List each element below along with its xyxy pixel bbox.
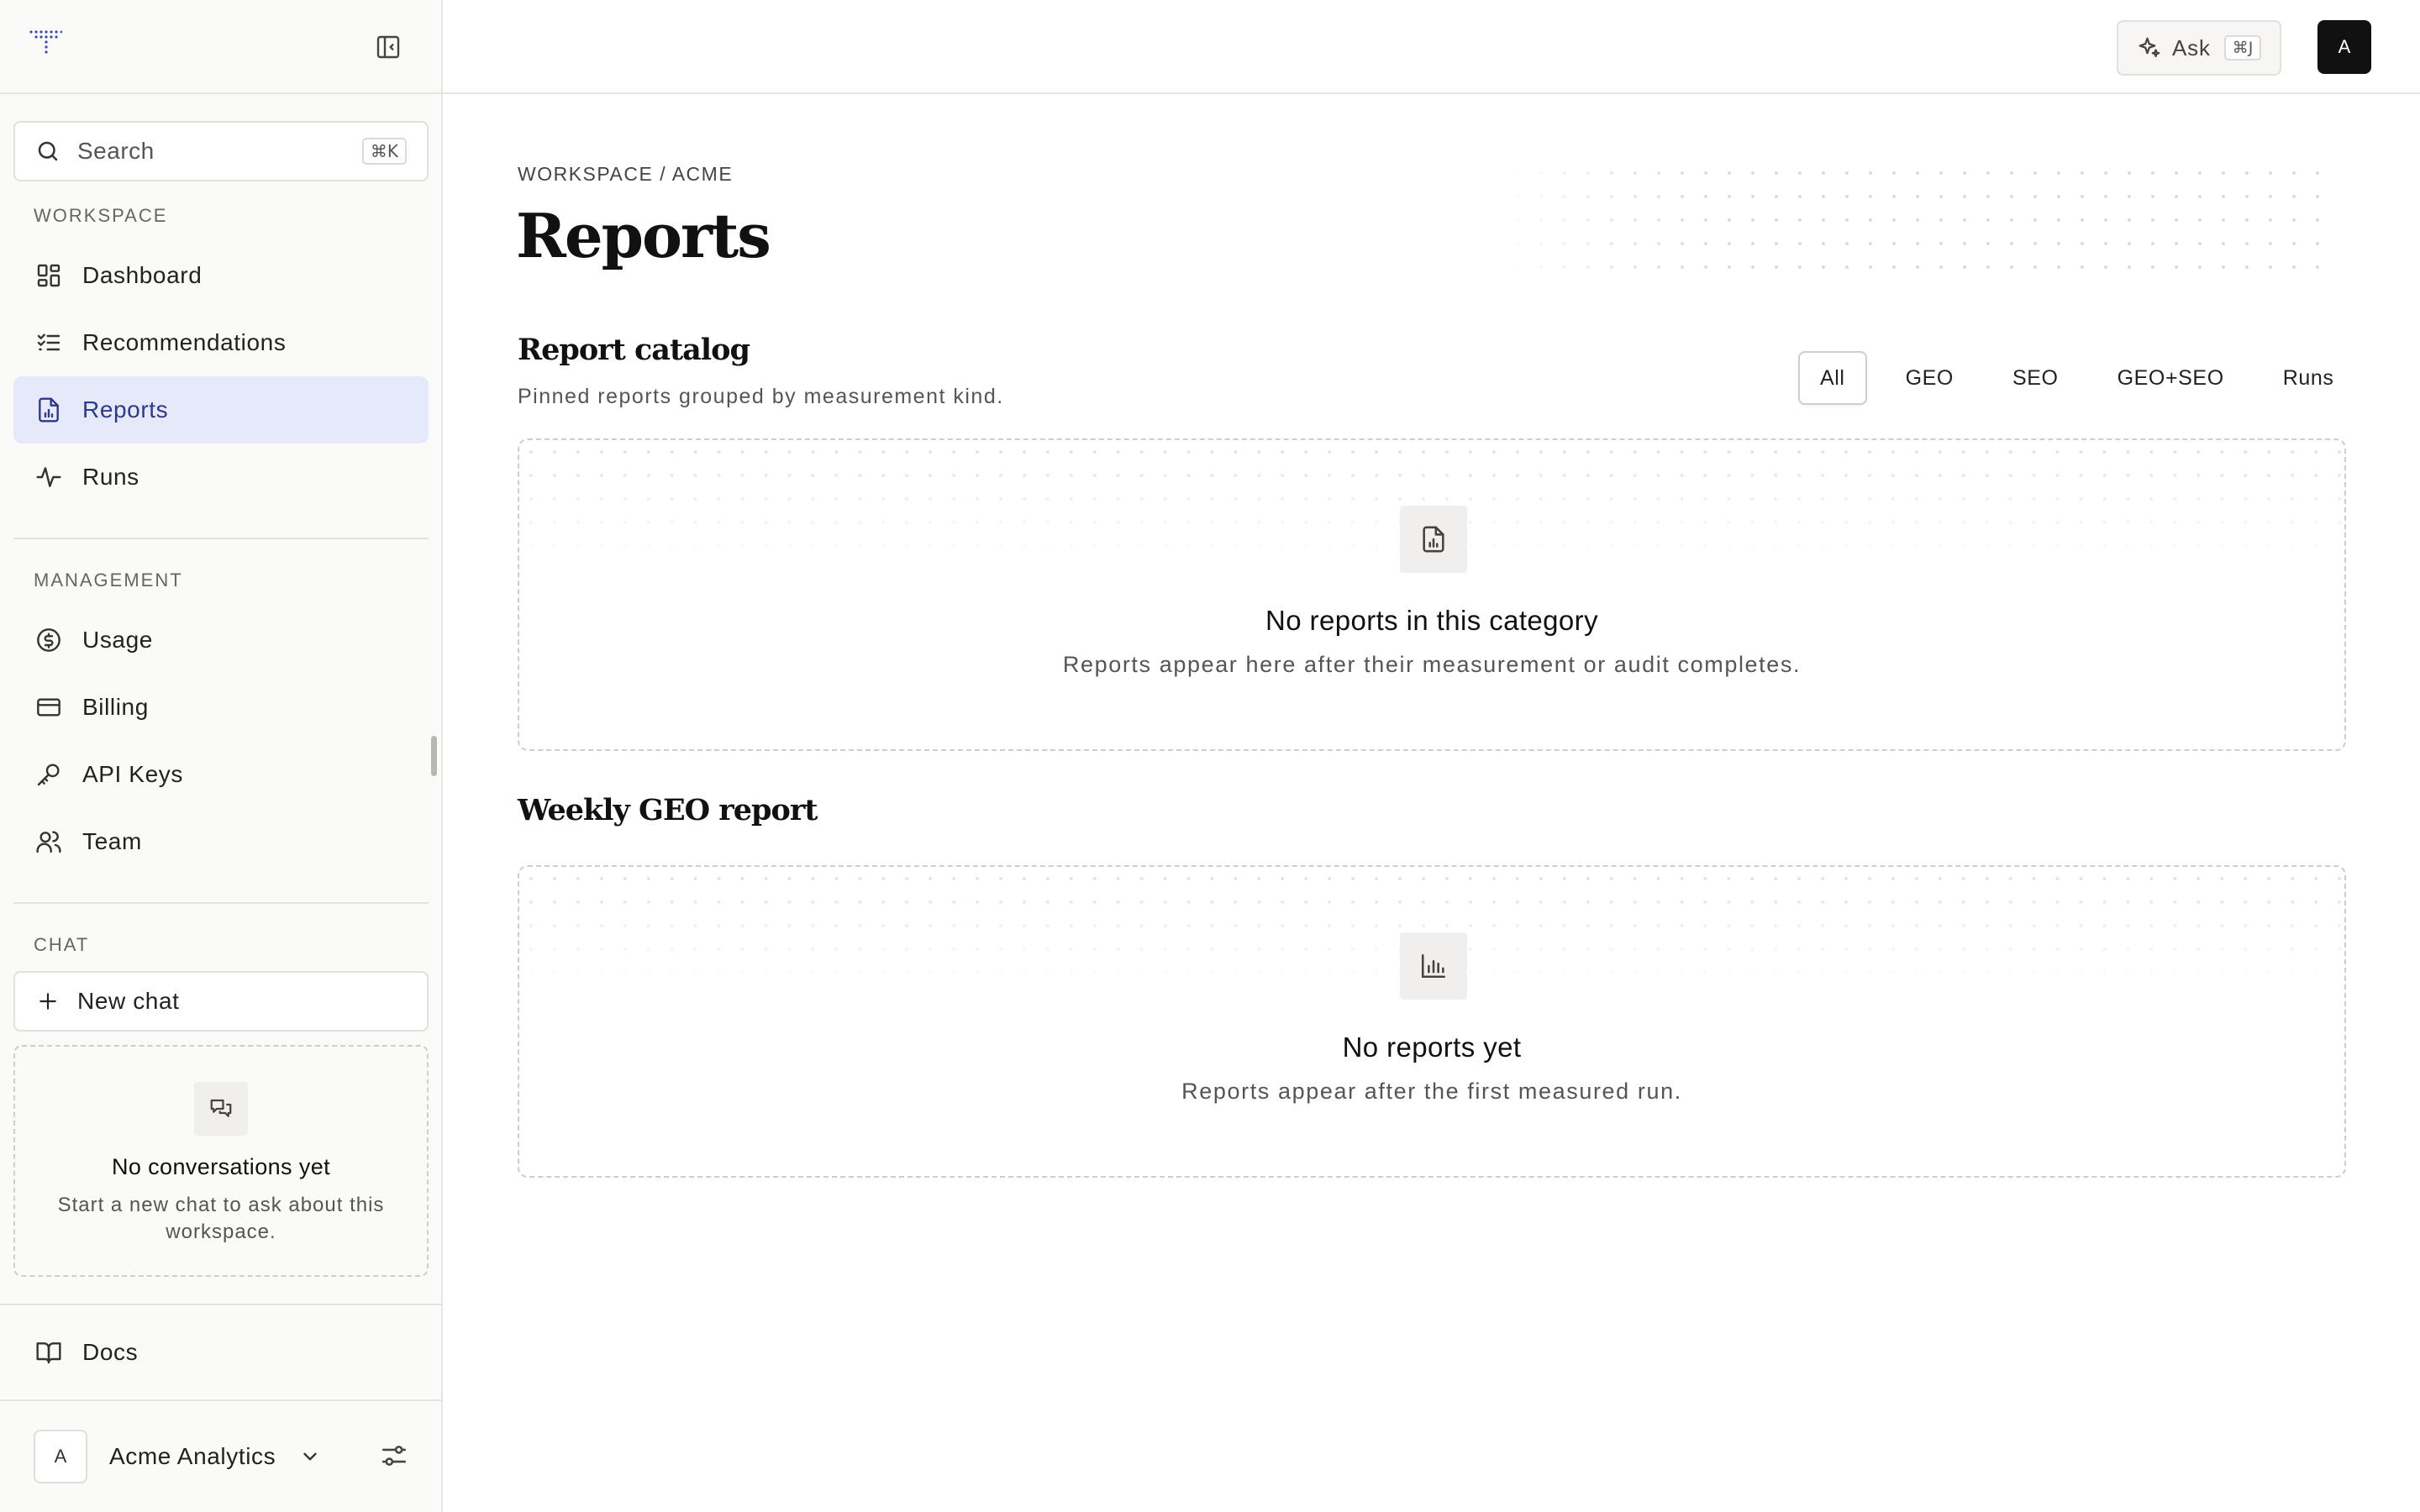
sidebar-item-billing[interactable]: Billing [13, 674, 429, 741]
bar-chart-icon [1400, 932, 1467, 1000]
sparkles-icon [2139, 37, 2160, 58]
report-catalog-empty-state: No reports in this category Reports appe… [518, 438, 2346, 751]
breadcrumb: WORKSPACE / ACME [518, 163, 734, 185]
page-title: Reports [516, 200, 771, 271]
key-icon [34, 759, 64, 790]
sidebar-scrollbar[interactable] [431, 736, 437, 776]
sidebar-item-team[interactable]: Team [13, 808, 429, 875]
top-bar: Ask ⌘J A [443, 0, 2420, 94]
empty-state-title: No reports in this category [1265, 605, 1598, 636]
sidebar: Search ⌘K WORKSPACE Dashboard Recommenda… [0, 0, 443, 1512]
sidebar-item-label: Dashboard [82, 262, 203, 288]
section-subtitle: Pinned reports grouped by measurement ki… [518, 385, 1004, 408]
activity-icon [34, 462, 64, 492]
org-avatar: A [34, 1430, 87, 1483]
chevron-down-icon [303, 1452, 317, 1461]
sidebar-divider [13, 902, 429, 904]
plus-icon [39, 993, 56, 1010]
report-filter-tabs: All GEO SEO GEO+SEO Runs [1798, 351, 2371, 405]
sidebar-item-label: Team [82, 828, 142, 854]
search-placeholder: Search [77, 138, 155, 164]
ask-label: Ask [2172, 34, 2211, 60]
settings-sliders-icon[interactable] [380, 1441, 408, 1470]
sidebar-item-label: Billing [82, 694, 149, 720]
list-checks-icon [34, 328, 64, 358]
filter-tab-runs[interactable]: Runs [2261, 351, 2356, 405]
sidebar-item-label: Runs [82, 464, 139, 490]
sidebar-item-dashboard[interactable]: Dashboard [13, 242, 429, 309]
credit-card-icon [34, 692, 64, 722]
users-icon [34, 827, 64, 857]
collapse-sidebar-button[interactable] [373, 32, 403, 62]
decorative-dot-pattern [1491, 168, 2339, 286]
sidebar-item-docs[interactable]: Docs [13, 1319, 429, 1386]
chat-empty-description: Start a new chat to ask about this works… [57, 1194, 385, 1243]
sidebar-divider [13, 538, 429, 539]
filter-tab-all[interactable]: All [1798, 351, 1867, 405]
ask-shortcut: ⌘J [2223, 35, 2262, 60]
section-title-weekly-geo-report: Weekly GEO report [518, 793, 818, 827]
empty-state-description: Reports appear after the first measured … [1181, 1079, 1682, 1104]
chat-empty-state: No conversations yet Start a new chat to… [13, 1045, 429, 1277]
section-label-management: MANAGEMENT [34, 570, 183, 591]
logo-icon[interactable] [29, 29, 62, 55]
dollar-circle-icon [34, 625, 64, 655]
sidebar-item-label: Recommendations [82, 329, 287, 355]
sidebar-item-recommendations[interactable]: Recommendations [13, 309, 429, 376]
weekly-report-empty-state: No reports yet Reports appear after the … [518, 865, 2346, 1178]
search-input[interactable]: Search ⌘K [13, 121, 429, 181]
filter-tab-geo-seo[interactable]: GEO+SEO [2096, 351, 2246, 405]
ask-button[interactable]: Ask ⌘J [2117, 20, 2281, 76]
sidebar-item-usage[interactable]: Usage [13, 606, 429, 674]
search-icon [38, 141, 58, 161]
org-switcher[interactable]: A Acme Analytics [34, 1430, 420, 1483]
sidebar-item-reports[interactable]: Reports [13, 376, 429, 444]
panel-left-icon [376, 35, 400, 59]
sidebar-item-label: Docs [82, 1339, 139, 1365]
org-name: Acme Analytics [109, 1443, 276, 1469]
new-chat-button[interactable]: New chat [13, 971, 429, 1032]
filter-tab-geo[interactable]: GEO [1884, 351, 1975, 405]
sidebar-item-api-keys[interactable]: API Keys [13, 741, 429, 808]
search-shortcut: ⌘K [361, 138, 407, 165]
sidebar-item-label: Usage [82, 627, 153, 653]
section-title-report-catalog: Report catalog [518, 333, 750, 367]
sidebar-item-label: API Keys [82, 761, 183, 787]
new-chat-label: New chat [77, 988, 180, 1014]
sidebar-divider [0, 1304, 441, 1305]
section-label-chat: CHAT [34, 934, 90, 955]
file-chart-icon [1400, 506, 1467, 573]
messages-icon [194, 1082, 248, 1136]
filter-tab-seo[interactable]: SEO [1991, 351, 2081, 405]
section-label-workspace: WORKSPACE [34, 205, 168, 226]
grid-icon [34, 260, 64, 291]
empty-state-title: No reports yet [1342, 1032, 1522, 1063]
sidebar-item-label: Reports [82, 396, 169, 423]
sidebar-divider [0, 1399, 441, 1401]
chat-empty-title: No conversations yet [111, 1154, 331, 1179]
file-chart-icon [34, 395, 64, 425]
book-open-icon [34, 1337, 64, 1368]
sidebar-item-runs[interactable]: Runs [13, 444, 429, 511]
empty-state-description: Reports appear here after their measurem… [1062, 652, 1802, 677]
user-avatar[interactable]: A [2317, 20, 2371, 74]
sidebar-divider [0, 92, 441, 94]
